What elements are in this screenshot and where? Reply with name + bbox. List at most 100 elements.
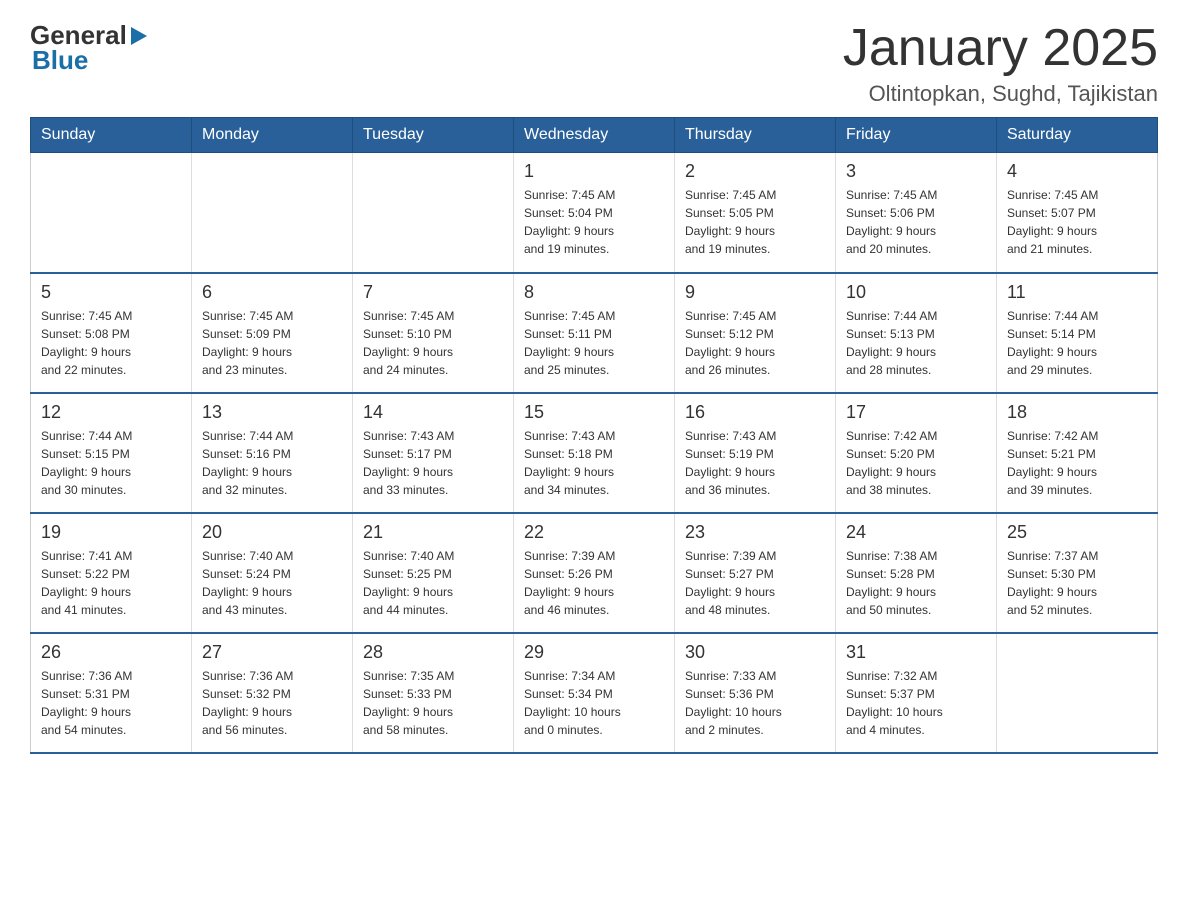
calendar-week-row: 12Sunrise: 7:44 AM Sunset: 5:15 PM Dayli… (31, 393, 1158, 513)
calendar-day-cell (31, 153, 192, 273)
day-info: Sunrise: 7:45 AM Sunset: 5:07 PM Dayligh… (1007, 186, 1147, 258)
day-info: Sunrise: 7:45 AM Sunset: 5:08 PM Dayligh… (41, 307, 181, 379)
calendar-day-cell: 15 Sunrise: 7:43 AM Sunset: 5:18 PM Dayli… (514, 393, 675, 513)
day-number: 3 (846, 161, 986, 182)
day-number: 20 (202, 522, 342, 543)
calendar-day-cell: 22 Sunrise: 7:39 AM Sunset: 5:26 PM Dayli… (514, 513, 675, 633)
logo-blue-text: Blue (32, 47, 88, 73)
calendar-day-cell: 10 Sunrise: 7:44 AM Sunset: 5:13 PM Dayli… (836, 273, 997, 393)
calendar-table: SundayMondayTuesdayWednesdayThursdayFrid… (30, 117, 1158, 754)
calendar-day-cell: 24 Sunrise: 7:38 AM Sunset: 5:28 PM Dayli… (836, 513, 997, 633)
title-block: January 2025 Oltintopkan, Sughd, Tajikis… (843, 20, 1158, 107)
day-number: 23 (685, 522, 825, 543)
calendar-day-cell: 28Sunrise: 7:35 AM Sunset: 5:33 PM Dayli… (353, 633, 514, 753)
day-number: 16 (685, 402, 825, 423)
calendar-day-cell (192, 153, 353, 273)
calendar-day-cell: 12Sunrise: 7:44 AM Sunset: 5:15 PM Dayli… (31, 393, 192, 513)
day-of-week-header: Tuesday (353, 118, 514, 153)
calendar-day-cell: 30 Sunrise: 7:33 AM Sunset: 5:36 PM Dayli… (675, 633, 836, 753)
day-info: Sunrise: 7:44 AM Sunset: 5:15 PM Dayligh… (41, 427, 181, 499)
page-title: January 2025 (843, 20, 1158, 77)
calendar-day-cell (353, 153, 514, 273)
calendar-day-cell: 27 Sunrise: 7:36 AM Sunset: 5:32 PM Dayli… (192, 633, 353, 753)
calendar-day-cell: 13 Sunrise: 7:44 AM Sunset: 5:16 PM Dayli… (192, 393, 353, 513)
day-info: Sunrise: 7:33 AM Sunset: 5:36 PM Dayligh… (685, 667, 825, 739)
day-info: Sunrise: 7:34 AM Sunset: 5:34 PM Dayligh… (524, 667, 664, 739)
day-number: 2 (685, 161, 825, 182)
day-info: Sunrise: 7:39 AM Sunset: 5:26 PM Dayligh… (524, 547, 664, 619)
calendar-day-cell: 20 Sunrise: 7:40 AM Sunset: 5:24 PM Dayli… (192, 513, 353, 633)
day-of-week-header: Monday (192, 118, 353, 153)
calendar-day-cell: 8 Sunrise: 7:45 AM Sunset: 5:11 PM Daylig… (514, 273, 675, 393)
calendar-day-cell: 1Sunrise: 7:45 AM Sunset: 5:04 PM Daylig… (514, 153, 675, 273)
day-number: 17 (846, 402, 986, 423)
calendar-day-cell: 18 Sunrise: 7:42 AM Sunset: 5:21 PM Dayli… (997, 393, 1158, 513)
calendar-day-cell: 16 Sunrise: 7:43 AM Sunset: 5:19 PM Dayli… (675, 393, 836, 513)
day-info: Sunrise: 7:43 AM Sunset: 5:18 PM Dayligh… (524, 427, 664, 499)
calendar-day-cell: 6 Sunrise: 7:45 AM Sunset: 5:09 PM Daylig… (192, 273, 353, 393)
day-info: Sunrise: 7:42 AM Sunset: 5:21 PM Dayligh… (1007, 427, 1147, 499)
day-info: Sunrise: 7:40 AM Sunset: 5:24 PM Dayligh… (202, 547, 342, 619)
day-info: Sunrise: 7:44 AM Sunset: 5:16 PM Dayligh… (202, 427, 342, 499)
calendar-day-cell: 2 Sunrise: 7:45 AM Sunset: 5:05 PM Daylig… (675, 153, 836, 273)
day-info: Sunrise: 7:43 AM Sunset: 5:17 PM Dayligh… (363, 427, 503, 499)
day-number: 11 (1007, 282, 1147, 303)
day-info: Sunrise: 7:32 AM Sunset: 5:37 PM Dayligh… (846, 667, 986, 739)
calendar-day-cell: 23 Sunrise: 7:39 AM Sunset: 5:27 PM Dayli… (675, 513, 836, 633)
day-info: Sunrise: 7:36 AM Sunset: 5:32 PM Dayligh… (202, 667, 342, 739)
calendar-day-cell (997, 633, 1158, 753)
day-info: Sunrise: 7:39 AM Sunset: 5:27 PM Dayligh… (685, 547, 825, 619)
day-number: 21 (363, 522, 503, 543)
calendar-header-row: SundayMondayTuesdayWednesdayThursdayFrid… (31, 118, 1158, 153)
day-info: Sunrise: 7:36 AM Sunset: 5:31 PM Dayligh… (41, 667, 181, 739)
day-info: Sunrise: 7:45 AM Sunset: 5:12 PM Dayligh… (685, 307, 825, 379)
day-info: Sunrise: 7:45 AM Sunset: 5:11 PM Dayligh… (524, 307, 664, 379)
day-info: Sunrise: 7:45 AM Sunset: 5:06 PM Dayligh… (846, 186, 986, 258)
day-of-week-header: Friday (836, 118, 997, 153)
day-number: 28 (363, 642, 503, 663)
calendar-week-row: 5 Sunrise: 7:45 AM Sunset: 5:08 PM Daylig… (31, 273, 1158, 393)
calendar-day-cell: 31 Sunrise: 7:32 AM Sunset: 5:37 PM Dayli… (836, 633, 997, 753)
calendar-week-row: 19Sunrise: 7:41 AM Sunset: 5:22 PM Dayli… (31, 513, 1158, 633)
day-of-week-header: Sunday (31, 118, 192, 153)
day-number: 8 (524, 282, 664, 303)
day-info: Sunrise: 7:45 AM Sunset: 5:05 PM Dayligh… (685, 186, 825, 258)
calendar-day-cell: 19Sunrise: 7:41 AM Sunset: 5:22 PM Dayli… (31, 513, 192, 633)
day-number: 15 (524, 402, 664, 423)
day-info: Sunrise: 7:45 AM Sunset: 5:04 PM Dayligh… (524, 186, 664, 258)
day-number: 5 (41, 282, 181, 303)
day-of-week-header: Saturday (997, 118, 1158, 153)
day-number: 14 (363, 402, 503, 423)
day-info: Sunrise: 7:43 AM Sunset: 5:19 PM Dayligh… (685, 427, 825, 499)
day-number: 22 (524, 522, 664, 543)
day-number: 6 (202, 282, 342, 303)
day-number: 31 (846, 642, 986, 663)
logo-triangle-icon (127, 25, 149, 47)
day-number: 18 (1007, 402, 1147, 423)
day-number: 24 (846, 522, 986, 543)
calendar-day-cell: 26 Sunrise: 7:36 AM Sunset: 5:31 PM Dayli… (31, 633, 192, 753)
day-info: Sunrise: 7:45 AM Sunset: 5:09 PM Dayligh… (202, 307, 342, 379)
day-number: 27 (202, 642, 342, 663)
day-number: 9 (685, 282, 825, 303)
calendar-week-row: 1Sunrise: 7:45 AM Sunset: 5:04 PM Daylig… (31, 153, 1158, 273)
day-number: 29 (524, 642, 664, 663)
day-number: 4 (1007, 161, 1147, 182)
calendar-day-cell: 3 Sunrise: 7:45 AM Sunset: 5:06 PM Daylig… (836, 153, 997, 273)
day-info: Sunrise: 7:45 AM Sunset: 5:10 PM Dayligh… (363, 307, 503, 379)
day-number: 10 (846, 282, 986, 303)
calendar-day-cell: 11Sunrise: 7:44 AM Sunset: 5:14 PM Dayli… (997, 273, 1158, 393)
day-info: Sunrise: 7:37 AM Sunset: 5:30 PM Dayligh… (1007, 547, 1147, 619)
calendar-day-cell: 7 Sunrise: 7:45 AM Sunset: 5:10 PM Daylig… (353, 273, 514, 393)
day-info: Sunrise: 7:44 AM Sunset: 5:13 PM Dayligh… (846, 307, 986, 379)
day-number: 7 (363, 282, 503, 303)
day-number: 30 (685, 642, 825, 663)
day-number: 13 (202, 402, 342, 423)
page-subtitle: Oltintopkan, Sughd, Tajikistan (843, 81, 1158, 107)
calendar-day-cell: 29 Sunrise: 7:34 AM Sunset: 5:34 PM Dayli… (514, 633, 675, 753)
calendar-day-cell: 25Sunrise: 7:37 AM Sunset: 5:30 PM Dayli… (997, 513, 1158, 633)
calendar-week-row: 26 Sunrise: 7:36 AM Sunset: 5:31 PM Dayli… (31, 633, 1158, 753)
day-info: Sunrise: 7:38 AM Sunset: 5:28 PM Dayligh… (846, 547, 986, 619)
day-of-week-header: Wednesday (514, 118, 675, 153)
day-number: 26 (41, 642, 181, 663)
